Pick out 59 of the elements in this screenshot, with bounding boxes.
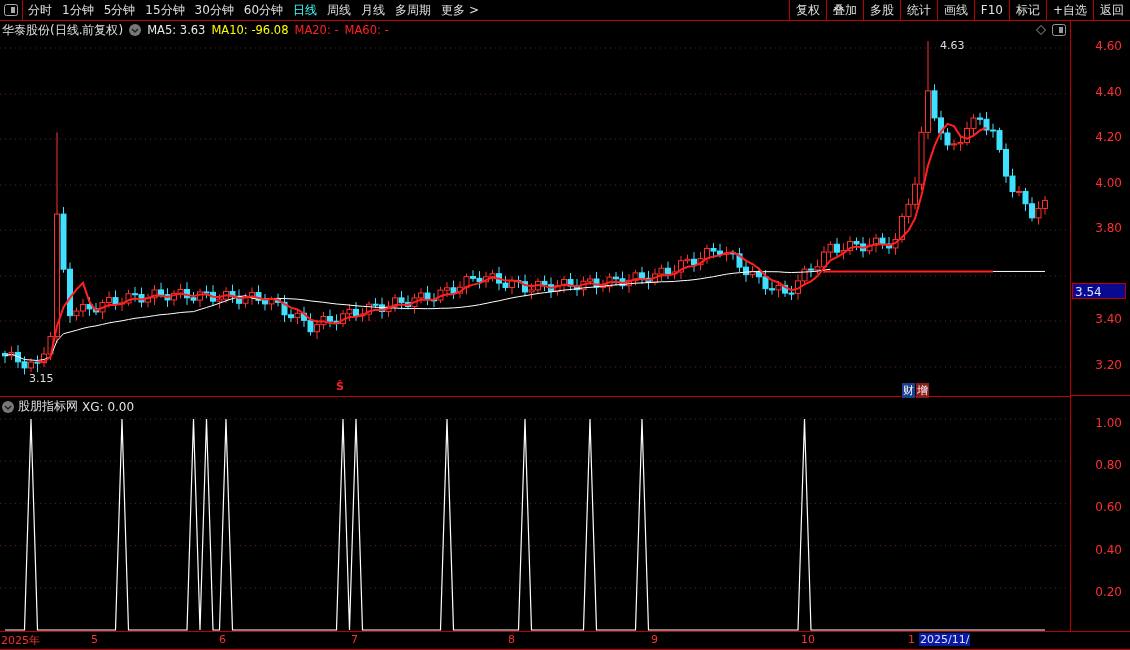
period-tab[interactable]: 5分钟 [98, 0, 141, 20]
period-tab[interactable]: 更多 > [436, 0, 484, 20]
date-label: 1 [907, 633, 916, 646]
period-tab[interactable]: 15分钟 [140, 0, 190, 20]
indicator-tick: 0.20 [1095, 584, 1122, 599]
indicator-value: XG: 0.00 [82, 399, 135, 414]
period-tab[interactable]: 多周期 [390, 0, 437, 20]
indicator-tick: 0.60 [1095, 500, 1122, 515]
toolbar-button[interactable]: 返回 [1093, 0, 1130, 20]
price-tick: 4.20 [1095, 130, 1122, 144]
date-label: 2025年 [0, 633, 41, 648]
current-price-label: 3.54 [1072, 283, 1126, 299]
price-tick: 4.60 [1095, 39, 1122, 53]
panel-toggle-icon[interactable] [1052, 24, 1066, 36]
high-price-label: 4.63 [940, 39, 965, 52]
date-label: 5 [90, 633, 99, 646]
ma-value: MA60: - [344, 23, 389, 37]
signal-marker: Ŝ [336, 380, 344, 393]
indicator-tick: 1.00 [1095, 416, 1122, 430]
price-tick: 3.80 [1095, 221, 1122, 235]
event-badge[interactable]: 财 [902, 383, 915, 398]
price-tick: 4.40 [1095, 85, 1122, 99]
dropdown-icon[interactable] [2, 400, 14, 413]
panel-toggle-icon[interactable] [4, 4, 18, 16]
price-tick: 3.20 [1095, 358, 1122, 372]
period-tab[interactable]: 周线 [322, 0, 357, 20]
diamond-icon[interactable] [1036, 25, 1046, 35]
toolbar-button[interactable]: 统计 [899, 0, 937, 20]
date-label: 2025/11/ [919, 633, 971, 646]
price-tick: 3.40 [1095, 312, 1122, 326]
low-price-label: 3.15 [29, 372, 54, 385]
toolbar-button[interactable]: 叠加 [825, 0, 863, 20]
period-tab[interactable]: 30分钟 [189, 0, 239, 20]
indicator-title: 股朋指标网 [18, 398, 78, 415]
ma-value: MA5: 3.63 [147, 23, 206, 37]
period-tab[interactable]: 1分钟 [57, 0, 99, 20]
period-tab[interactable]: 月线 [356, 0, 391, 20]
indicator-tick: 0.80 [1095, 458, 1122, 473]
date-label: 9 [650, 633, 659, 646]
indicator-tick: 0.40 [1095, 542, 1122, 557]
date-label: 10 [800, 633, 816, 646]
dropdown-icon[interactable] [129, 24, 142, 36]
toolbar-button[interactable]: +自选 [1045, 0, 1093, 20]
toolbar-button[interactable]: F10 [973, 0, 1009, 20]
event-badge[interactable]: 增 [916, 383, 929, 398]
period-tab[interactable]: 分时 [23, 0, 57, 20]
chart-title: 华泰股份(日线.前复权) [2, 21, 124, 39]
toolbar-button[interactable]: 画线 [936, 0, 974, 20]
date-label: 7 [350, 633, 359, 646]
period-tab[interactable]: 日线 [288, 0, 323, 20]
period-tab[interactable]: 60分钟 [238, 0, 289, 20]
price-tick: 4.00 [1095, 176, 1122, 190]
ma-value: MA20: - [294, 23, 339, 37]
toolbar-button[interactable]: 标记 [1008, 0, 1046, 20]
toolbar-button[interactable]: 复权 [788, 0, 826, 20]
toolbar-button[interactable]: 多股 [862, 0, 900, 20]
date-label: 6 [218, 633, 227, 646]
ma-value: MA10: -96.08 [211, 23, 289, 37]
date-label: 8 [507, 633, 516, 646]
